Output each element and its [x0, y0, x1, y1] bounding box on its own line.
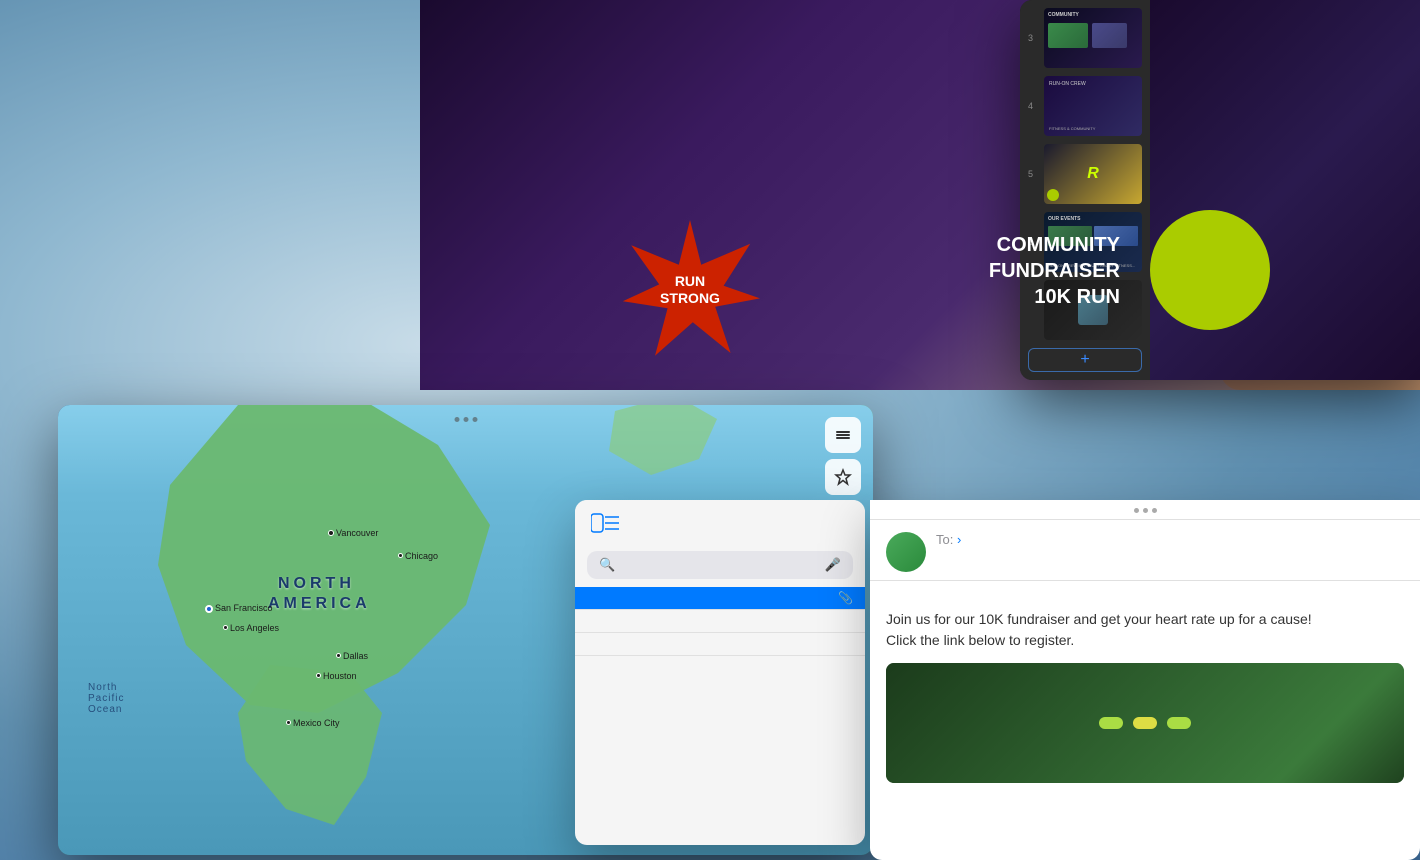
- fundraiser-badge[interactable]: [1133, 717, 1157, 729]
- toolbar-dot-2: [1143, 508, 1148, 513]
- mail-item-run-on-crew[interactable]: 📎: [575, 587, 865, 610]
- dallas-marker: Dallas: [336, 653, 341, 658]
- mail-item-zhong-2[interactable]: [575, 633, 865, 656]
- slide-thumb-3[interactable]: COMMUNITY: [1044, 8, 1142, 68]
- slide-thumb-5[interactable]: R: [1044, 144, 1142, 204]
- slide-thumb-4[interactable]: RUN-ON CREW FITNESS & COMMUNITY: [1044, 76, 1142, 136]
- prizes-badge[interactable]: [1167, 717, 1191, 729]
- vancouver-marker: Vancouver: [328, 530, 334, 536]
- mail-sidebar-panel: 🔍 🎤 📎: [575, 500, 865, 845]
- sf-marker: San Francisco: [205, 605, 213, 613]
- badge-container: [1091, 709, 1199, 737]
- mail-image-preview: [886, 663, 1404, 783]
- slide-number-4: 4: [1028, 101, 1038, 111]
- dot-3: [472, 417, 477, 422]
- slide-number-5: 5: [1028, 169, 1038, 179]
- mail-body-text: Join us for our 10K fundraiser and get y…: [886, 609, 1404, 651]
- mail-content-to: To: ›: [936, 532, 1394, 547]
- mail-content-meta: To: ›: [936, 532, 1394, 547]
- starburst-text: RUNSTRONG: [660, 273, 720, 307]
- mail-search-input[interactable]: [621, 557, 819, 573]
- mic-icon[interactable]: 🎤: [825, 557, 841, 573]
- toolbar-dot-1: [1134, 508, 1139, 513]
- slide-row-4: 4 RUN-ON CREW FITNESS & COMMUNITY: [1028, 76, 1142, 136]
- slide-number-3: 3: [1028, 33, 1038, 43]
- sender-avatar: [886, 532, 926, 572]
- maps-location-button[interactable]: [825, 459, 861, 495]
- la-marker: Los Angeles: [223, 625, 228, 630]
- mail-body: Join us for our 10K fundraiser and get y…: [870, 581, 1420, 811]
- attachment-icon-1: 📎: [838, 591, 853, 605]
- north-america-label: NORTH: [278, 575, 355, 593]
- mail-header: [575, 500, 865, 547]
- add-slide-button[interactable]: +: [1028, 348, 1142, 372]
- america-label: AMERICA: [268, 595, 371, 613]
- join-us-badge[interactable]: [1099, 717, 1123, 729]
- dot-1: [454, 417, 459, 422]
- maps-layers-button[interactable]: [825, 417, 861, 453]
- large-starburst: RUNSTRONG: [620, 220, 760, 360]
- mail-content-header: To: ›: [870, 520, 1420, 581]
- keynote-slides-panel: 3 COMMUNITY 4 RUN-ON CREW FITNESS & COMM…: [1020, 0, 1150, 380]
- mail-sidebar-toggle[interactable]: [591, 512, 619, 539]
- mail-item-zhong-1[interactable]: [575, 610, 865, 633]
- community-fundraiser-text: COMMUNITYFUNDRAISER10K RUN: [989, 232, 1120, 310]
- content-panel-toolbar-dots: ↩ ↩↩ ↪ 🗑 📁 ✏️: [870, 500, 1420, 520]
- mail-message-list: 📎: [575, 587, 865, 656]
- green-circle-badge: [1150, 210, 1270, 330]
- search-icon: 🔍: [599, 557, 615, 573]
- toolbar-dot-3: [1152, 508, 1157, 513]
- mexico-city-marker: Mexico City: [286, 720, 291, 725]
- to-chevron[interactable]: ›: [957, 532, 961, 547]
- slide-row-5: 5 R: [1028, 144, 1142, 204]
- mail-search-bar[interactable]: 🔍 🎤: [587, 551, 853, 579]
- maps-toolbar-dots: [454, 417, 477, 422]
- houston-marker: Houston: [316, 673, 321, 678]
- mail-content-panel: ↩ ↩↩ ↪ 🗑 📁 ✏️ To: › Join us for our 10K …: [870, 500, 1420, 860]
- chicago-marker: Chicago: [398, 553, 403, 558]
- dot-2: [463, 417, 468, 422]
- north-pacific-label: NorthPacificOcean: [88, 682, 124, 715]
- slide-row-3: 3 COMMUNITY: [1028, 8, 1142, 68]
